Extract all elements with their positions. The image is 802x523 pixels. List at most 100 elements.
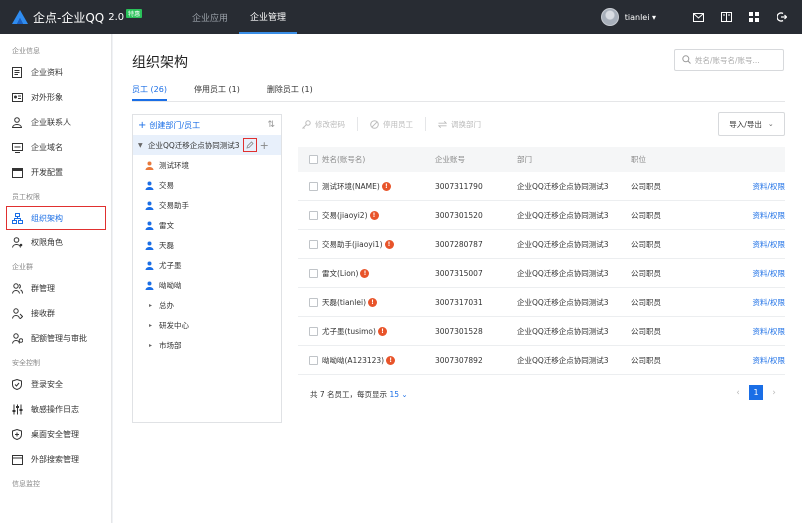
app-logo[interactable]: 企点-企业QQ 2.0 特惠 xyxy=(11,8,171,26)
sidebar-item-label: 接收群 xyxy=(31,309,55,318)
employee-position: 公司职员 xyxy=(631,181,661,191)
row-checkbox[interactable] xyxy=(309,355,318,365)
sidebar-item-external-search[interactable]: 外部搜索管理 xyxy=(0,447,111,472)
tree-member-node[interactable]: 交易助手 xyxy=(133,195,281,215)
row-checkbox[interactable] xyxy=(309,239,318,249)
profile-permission-link[interactable]: 资料/权限 xyxy=(731,239,785,250)
sidebar-item-sensitive-log[interactable]: 敏感操作日志 xyxy=(0,397,111,422)
next-page-icon[interactable]: › xyxy=(767,388,781,398)
sidebar-item-public-image[interactable]: 对外形象 xyxy=(0,85,111,110)
profile-permission-link[interactable]: 资料/权限 xyxy=(731,326,785,337)
warning-icon[interactable]: ! xyxy=(368,297,378,307)
mail-icon[interactable] xyxy=(692,11,704,23)
profile-permission-link[interactable]: 资料/权限 xyxy=(731,181,785,192)
logout-icon[interactable] xyxy=(776,11,788,23)
top-bar: 企点-企业QQ 2.0 特惠 企业应用 企业管理 tianlei ▾ xyxy=(0,0,802,34)
row-checkbox[interactable] xyxy=(309,210,318,220)
profile-permission-link[interactable]: 资料/权限 xyxy=(731,268,785,279)
key-icon xyxy=(302,119,311,129)
warning-icon[interactable]: ! xyxy=(360,268,370,278)
quota-person-icon xyxy=(12,333,23,344)
transfer-department-label: 调换部门 xyxy=(451,119,481,129)
action-toolbar: 修改密码 停用员工 调换部门 xyxy=(298,112,785,136)
sidebar-item-group-management[interactable]: 群管理 xyxy=(0,276,111,301)
disable-employee-button[interactable]: 停用员工 xyxy=(358,117,426,131)
sidebar-item-receive-group[interactable]: 接收群 xyxy=(0,301,111,326)
caret-right-icon[interactable]: ▸ xyxy=(149,322,159,329)
sidebar-item-desktop-security[interactable]: 桌面安全管理 xyxy=(0,422,111,447)
tree-member-node[interactable]: 雷文 xyxy=(133,215,281,235)
warning-icon[interactable]: ! xyxy=(377,326,387,336)
topnav-enterprise-management[interactable]: 企业管理 xyxy=(239,0,298,34)
apps-grid-icon[interactable] xyxy=(748,11,760,23)
topnav-enterprise-apps[interactable]: 企业应用 xyxy=(181,0,239,34)
sidebar-item-company-contact[interactable]: 企业联系人 xyxy=(0,110,111,135)
page-size-select[interactable]: 15 ⌄ xyxy=(389,390,407,399)
row-checkbox[interactable] xyxy=(309,268,318,278)
import-export-dropdown[interactable]: 导入/导出 ⌄ xyxy=(718,112,785,136)
sidebar-item-org-structure[interactable]: 组织架构 xyxy=(6,206,106,230)
warning-icon[interactable]: ! xyxy=(386,355,396,365)
tree-department-node[interactable]: ▸ 总办 xyxy=(133,295,281,315)
tab-employees[interactable]: 员工 (26) xyxy=(132,84,167,101)
transfer-department-button[interactable]: 调换部门 xyxy=(426,117,493,131)
sidebar-item-quota-approval[interactable]: 配额管理与审批 xyxy=(0,326,111,351)
employee-department: 企业QQ迁移企点协同测试3 xyxy=(517,297,609,307)
tree-member-label: 测试环境 xyxy=(159,160,189,170)
profile-permission-link[interactable]: 资料/权限 xyxy=(731,355,785,366)
row-checkbox[interactable] xyxy=(309,297,318,307)
tree-member-node[interactable]: 交易 xyxy=(133,175,281,195)
profile-permission-link[interactable]: 资料/权限 xyxy=(731,297,785,308)
tab-deleted-employees[interactable]: 删除员工 (1) xyxy=(267,84,313,101)
tree-member-node[interactable]: 尤子墨 xyxy=(133,255,281,275)
tree-department-node[interactable]: ▸ 市场部 xyxy=(133,335,281,355)
profile-permission-link[interactable]: 资料/权限 xyxy=(731,210,785,221)
tab-disabled-employees[interactable]: 停用员工 (1) xyxy=(194,84,240,101)
select-all-checkbox[interactable] xyxy=(309,155,318,164)
tree-member-node[interactable]: 呦呦呦 xyxy=(133,275,281,295)
caret-down-icon[interactable]: ▼ xyxy=(138,142,148,149)
user-name-dropdown[interactable]: tianlei ▾ xyxy=(625,13,656,22)
sidebar-item-login-security[interactable]: 登录安全 xyxy=(0,372,111,397)
add-node-icon[interactable]: + xyxy=(260,139,269,152)
employee-position: 公司职员 xyxy=(631,297,661,307)
sidebar-item-permission-roles[interactable]: 权限角色 xyxy=(0,230,111,255)
search-icon xyxy=(682,54,691,66)
change-password-button[interactable]: 修改密码 xyxy=(298,117,358,131)
tree-member-node[interactable]: 测试环境 xyxy=(133,155,281,175)
create-dept-employee-button[interactable]: + 创建部门/员工 xyxy=(138,120,200,131)
app-version: 2.0 xyxy=(108,11,125,23)
row-checkbox[interactable] xyxy=(309,181,318,191)
person-icon xyxy=(145,241,154,250)
current-page[interactable]: 1 xyxy=(749,385,763,400)
warning-icon[interactable]: ! xyxy=(369,210,379,220)
contact-person-icon xyxy=(12,117,23,128)
table-row: 交易(jiaoyi2)! 3007301520 企业QQ迁移企点协同测试3 公司职员 资… xyxy=(298,201,785,230)
logo-icon xyxy=(11,9,29,25)
warning-icon[interactable]: ! xyxy=(384,239,394,249)
sidebar-item-dev-config[interactable]: 开发配置 xyxy=(0,160,111,185)
sort-icon[interactable]: ⇅ xyxy=(267,120,275,130)
tree-department-node[interactable]: ▸ 研发中心 xyxy=(133,315,281,335)
tree-member-node[interactable]: 天磊 xyxy=(133,235,281,255)
employee-account: 3007311790 xyxy=(435,181,483,191)
caret-right-icon[interactable]: ▸ xyxy=(149,302,159,309)
user-avatar[interactable] xyxy=(600,8,619,26)
header-department: 部门 xyxy=(517,155,532,164)
tree-root-node[interactable]: ▼ 企业QQ迁移企点协同测试3 + xyxy=(133,135,281,155)
tree-member-label: 交易 xyxy=(159,180,174,190)
warning-icon[interactable]: ! xyxy=(381,181,391,191)
monitor-icon xyxy=(12,142,23,153)
book-icon[interactable] xyxy=(720,11,732,23)
table-row: 交易助手(jiaoyi1)! 3007280787 企业QQ迁移企点协同测试3 公司职… xyxy=(298,230,785,259)
row-checkbox[interactable] xyxy=(309,326,318,336)
edit-icon[interactable] xyxy=(242,138,257,152)
search-input[interactable]: 姓名/账号名/账号... xyxy=(674,49,784,71)
sidebar-item-company-domain[interactable]: 企业域名 xyxy=(0,135,111,160)
prev-page-icon[interactable]: ‹ xyxy=(731,388,745,398)
caret-right-icon[interactable]: ▸ xyxy=(149,342,159,349)
sidebar-item-company-profile[interactable]: 企业资料 xyxy=(0,60,111,85)
sidebar-section-title: 信息监控 xyxy=(12,480,40,488)
employee-position: 公司职员 xyxy=(631,210,661,220)
person-icon xyxy=(145,201,154,210)
